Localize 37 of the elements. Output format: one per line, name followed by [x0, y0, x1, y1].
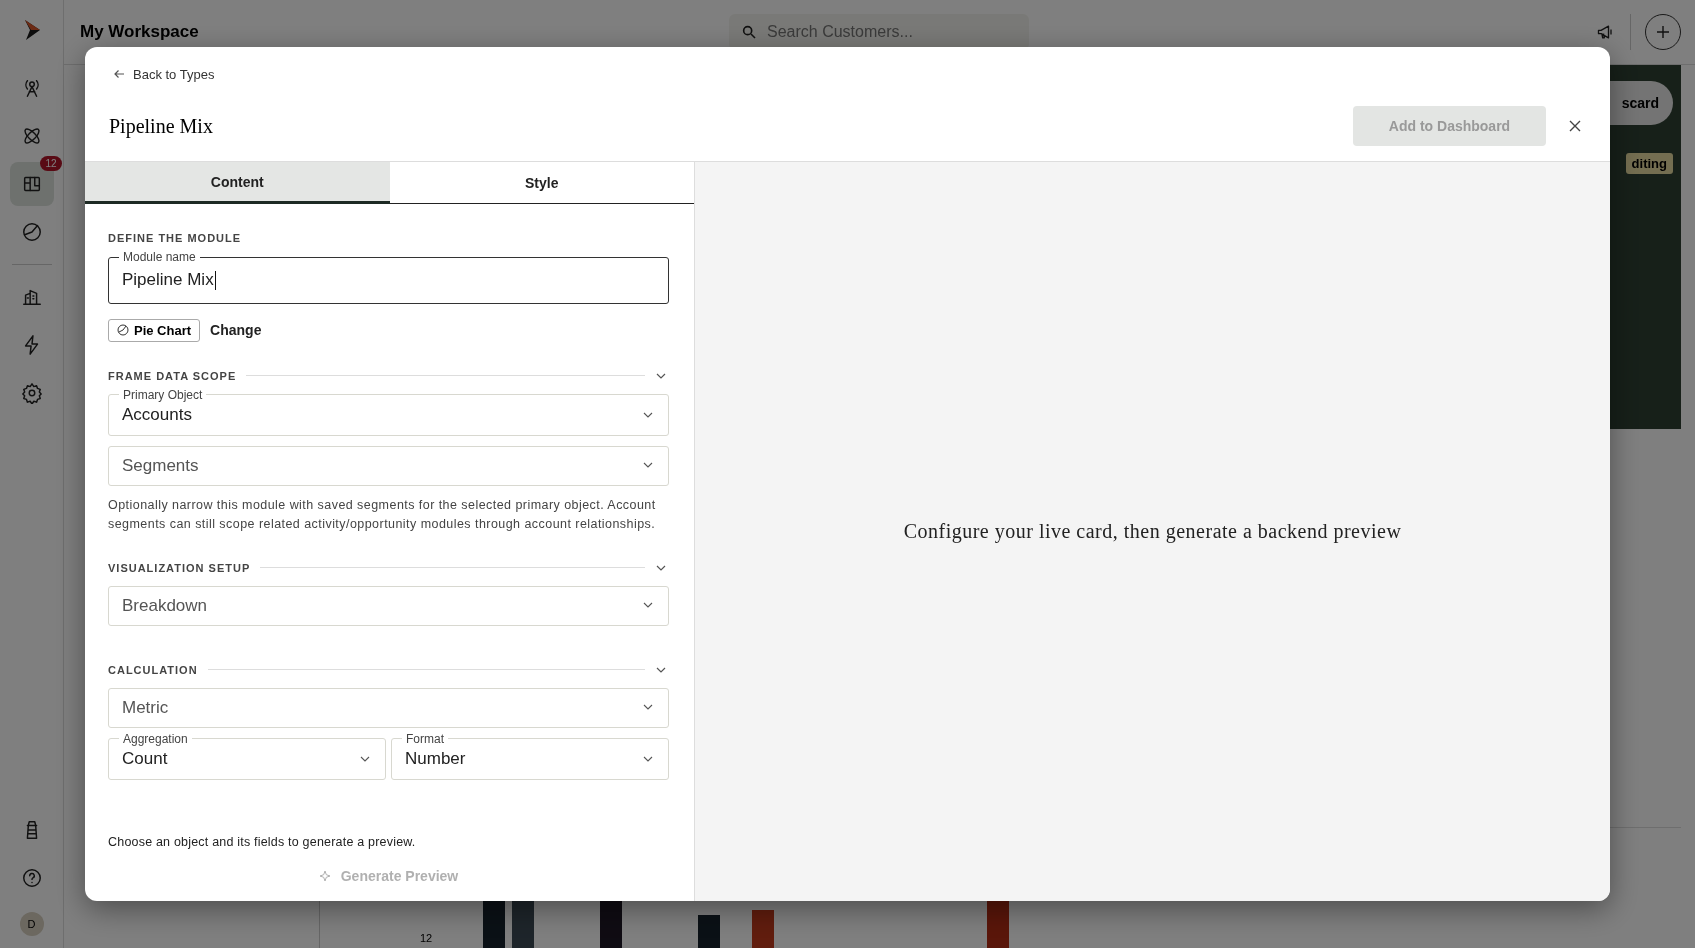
module-name-field[interactable]: Module name Pipeline Mix — [108, 250, 669, 304]
pie-chart-icon — [20, 221, 43, 243]
editing-tag: diting — [1625, 153, 1673, 174]
axis-label: 12 — [420, 932, 433, 944]
add-button[interactable] — [1645, 14, 1681, 50]
back-link[interactable]: Back to Types — [113, 66, 215, 82]
help-icon — [20, 867, 43, 889]
select-field[interactable]: Aggregation Count — [108, 731, 386, 780]
search-field[interactable]: Search Customers... — [729, 14, 1029, 50]
plus-icon — [1655, 24, 1671, 40]
change-link[interactable]: Change — [210, 322, 262, 338]
select-field[interactable]: Format Number — [391, 731, 669, 780]
sparkle-icon — [318, 869, 333, 883]
settings-icon — [20, 382, 43, 404]
help-text: Optionally narrow this module with saved segments for the selected primary object. Account segments can still scope related activity/opportunity modules through account relationships. — [108, 496, 657, 533]
section-heading: CALCULATION — [108, 663, 198, 676]
modal-title: Pipeline Mix — [109, 114, 213, 138]
select-field[interactable]: Primary Object Accounts — [108, 387, 669, 436]
bar — [698, 915, 720, 948]
workspace-title: My Workspace — [80, 22, 200, 42]
close-icon — [1568, 119, 1582, 133]
select-field[interactable]: Segments — [108, 445, 669, 486]
preview-message: Configure your live card, then generate a backend preview — [903, 520, 1402, 543]
select-field[interactable]: Metric — [108, 687, 669, 728]
pie-chart-icon — [117, 324, 129, 336]
section-heading: VISUALIZATION SETUP — [108, 561, 251, 574]
bar — [752, 910, 774, 948]
section-heading: DEFINE THE MODULE — [108, 232, 243, 244]
count-badge: 12 — [40, 156, 62, 171]
chart-type-chip: Pie Chart — [108, 318, 201, 342]
select-field[interactable]: Breakdown — [108, 585, 669, 626]
arrow-left-icon — [113, 68, 125, 80]
section-heading: FRAME DATA SCOPE — [108, 369, 237, 382]
search-icon — [741, 24, 757, 40]
tab[interactable]: Content — [85, 162, 390, 204]
user-avatar[interactable]: D — [19, 912, 44, 936]
hint-text: Choose an object and its fields to generate a preview. — [108, 835, 417, 849]
